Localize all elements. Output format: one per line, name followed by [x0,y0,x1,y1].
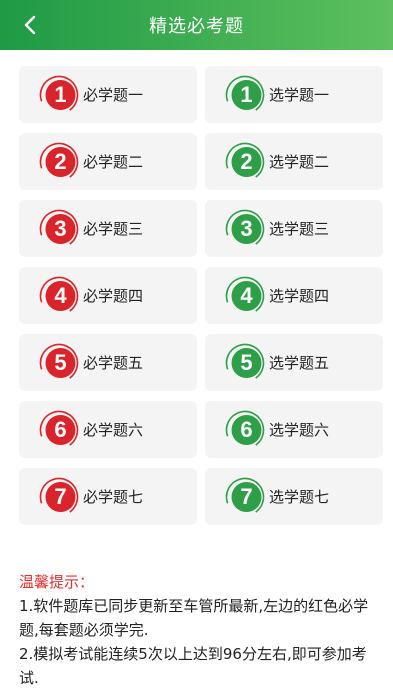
badge-number: 2 [240,148,253,174]
badge-number: 7 [240,483,253,509]
optional-set-card[interactable]: 3 选学题三 [205,200,383,257]
number-badge-icon: 3 [225,209,265,249]
card-label: 必学题三 [83,220,144,238]
number-badge-icon: 1 [225,75,265,115]
card-label: 选学题四 [269,287,330,305]
number-badge-icon: 3 [39,209,79,249]
badge-number: 5 [240,349,253,375]
optional-set-card[interactable]: 4 选学题四 [205,267,383,324]
question-set-grid: 1 必学题一 1 选学题一 2 必学题二 2 选学题二 3 必学题三 3 选学题三 4 必学题四 4 选学题四… [19,66,383,525]
required-set-card[interactable]: 7 必学题七 [19,468,197,525]
badge-number: 3 [54,215,67,241]
card-label: 选学题三 [269,220,330,238]
number-badge-icon: 1 [39,75,79,115]
tips-title: 温馨提示： [19,573,95,591]
badge-number: 7 [54,483,67,509]
card-label: 必学题四 [83,287,144,305]
card-label: 选学题六 [269,421,330,439]
optional-set-card[interactable]: 1 选学题一 [205,66,383,123]
card-label: 必学题五 [83,354,144,372]
badge-number: 2 [54,148,67,174]
optional-set-card[interactable]: 6 选学题六 [205,401,383,458]
tips-section: 温馨提示： 1.软件题库已同步更新至车管所最新,左边的红色必学题,每套题必须学完… [19,570,385,690]
required-set-card[interactable]: 3 必学题三 [19,200,197,257]
card-label: 选学题五 [269,354,330,372]
badge-number: 6 [54,416,67,442]
card-label: 选学题七 [269,488,330,506]
tip-line: 1.软件题库已同步更新至车管所最新,左边的红色必学题,每套题必须学完. [19,597,369,639]
required-set-card[interactable]: 6 必学题六 [19,401,197,458]
app-header: 精选必考题 [0,0,393,50]
back-button[interactable] [14,0,46,50]
number-badge-icon: 5 [39,343,79,383]
number-badge-icon: 7 [39,477,79,517]
tip-line: 2.模拟考试能连续5次以上达到96分左右,即可参加考试. [19,645,367,687]
number-badge-icon: 2 [39,142,79,182]
card-label: 必学题一 [83,86,144,104]
badge-number: 3 [240,215,253,241]
card-label: 必学题六 [83,421,144,439]
badge-number: 4 [54,282,67,308]
optional-set-card[interactable]: 7 选学题七 [205,468,383,525]
badge-number: 6 [240,416,253,442]
card-label: 必学题七 [83,488,144,506]
badge-number: 5 [54,349,67,375]
number-badge-icon: 6 [39,410,79,450]
number-badge-icon: 6 [225,410,265,450]
number-badge-icon: 7 [225,477,265,517]
number-badge-icon: 5 [225,343,265,383]
page-title: 精选必考题 [149,16,244,37]
number-badge-icon: 4 [39,276,79,316]
card-label: 必学题二 [83,153,144,171]
number-badge-icon: 4 [225,276,265,316]
required-set-card[interactable]: 5 必学题五 [19,334,197,391]
badge-number: 1 [240,81,253,107]
optional-set-card[interactable]: 2 选学题二 [205,133,383,190]
required-set-card[interactable]: 1 必学题一 [19,66,197,123]
card-label: 选学题一 [269,86,330,104]
required-set-card[interactable]: 4 必学题四 [19,267,197,324]
card-label: 选学题二 [269,153,330,171]
chevron-left-icon [24,15,36,35]
number-badge-icon: 2 [225,142,265,182]
required-set-card[interactable]: 2 必学题二 [19,133,197,190]
badge-number: 4 [240,282,253,308]
optional-set-card[interactable]: 5 选学题五 [205,334,383,391]
badge-number: 1 [54,81,67,107]
